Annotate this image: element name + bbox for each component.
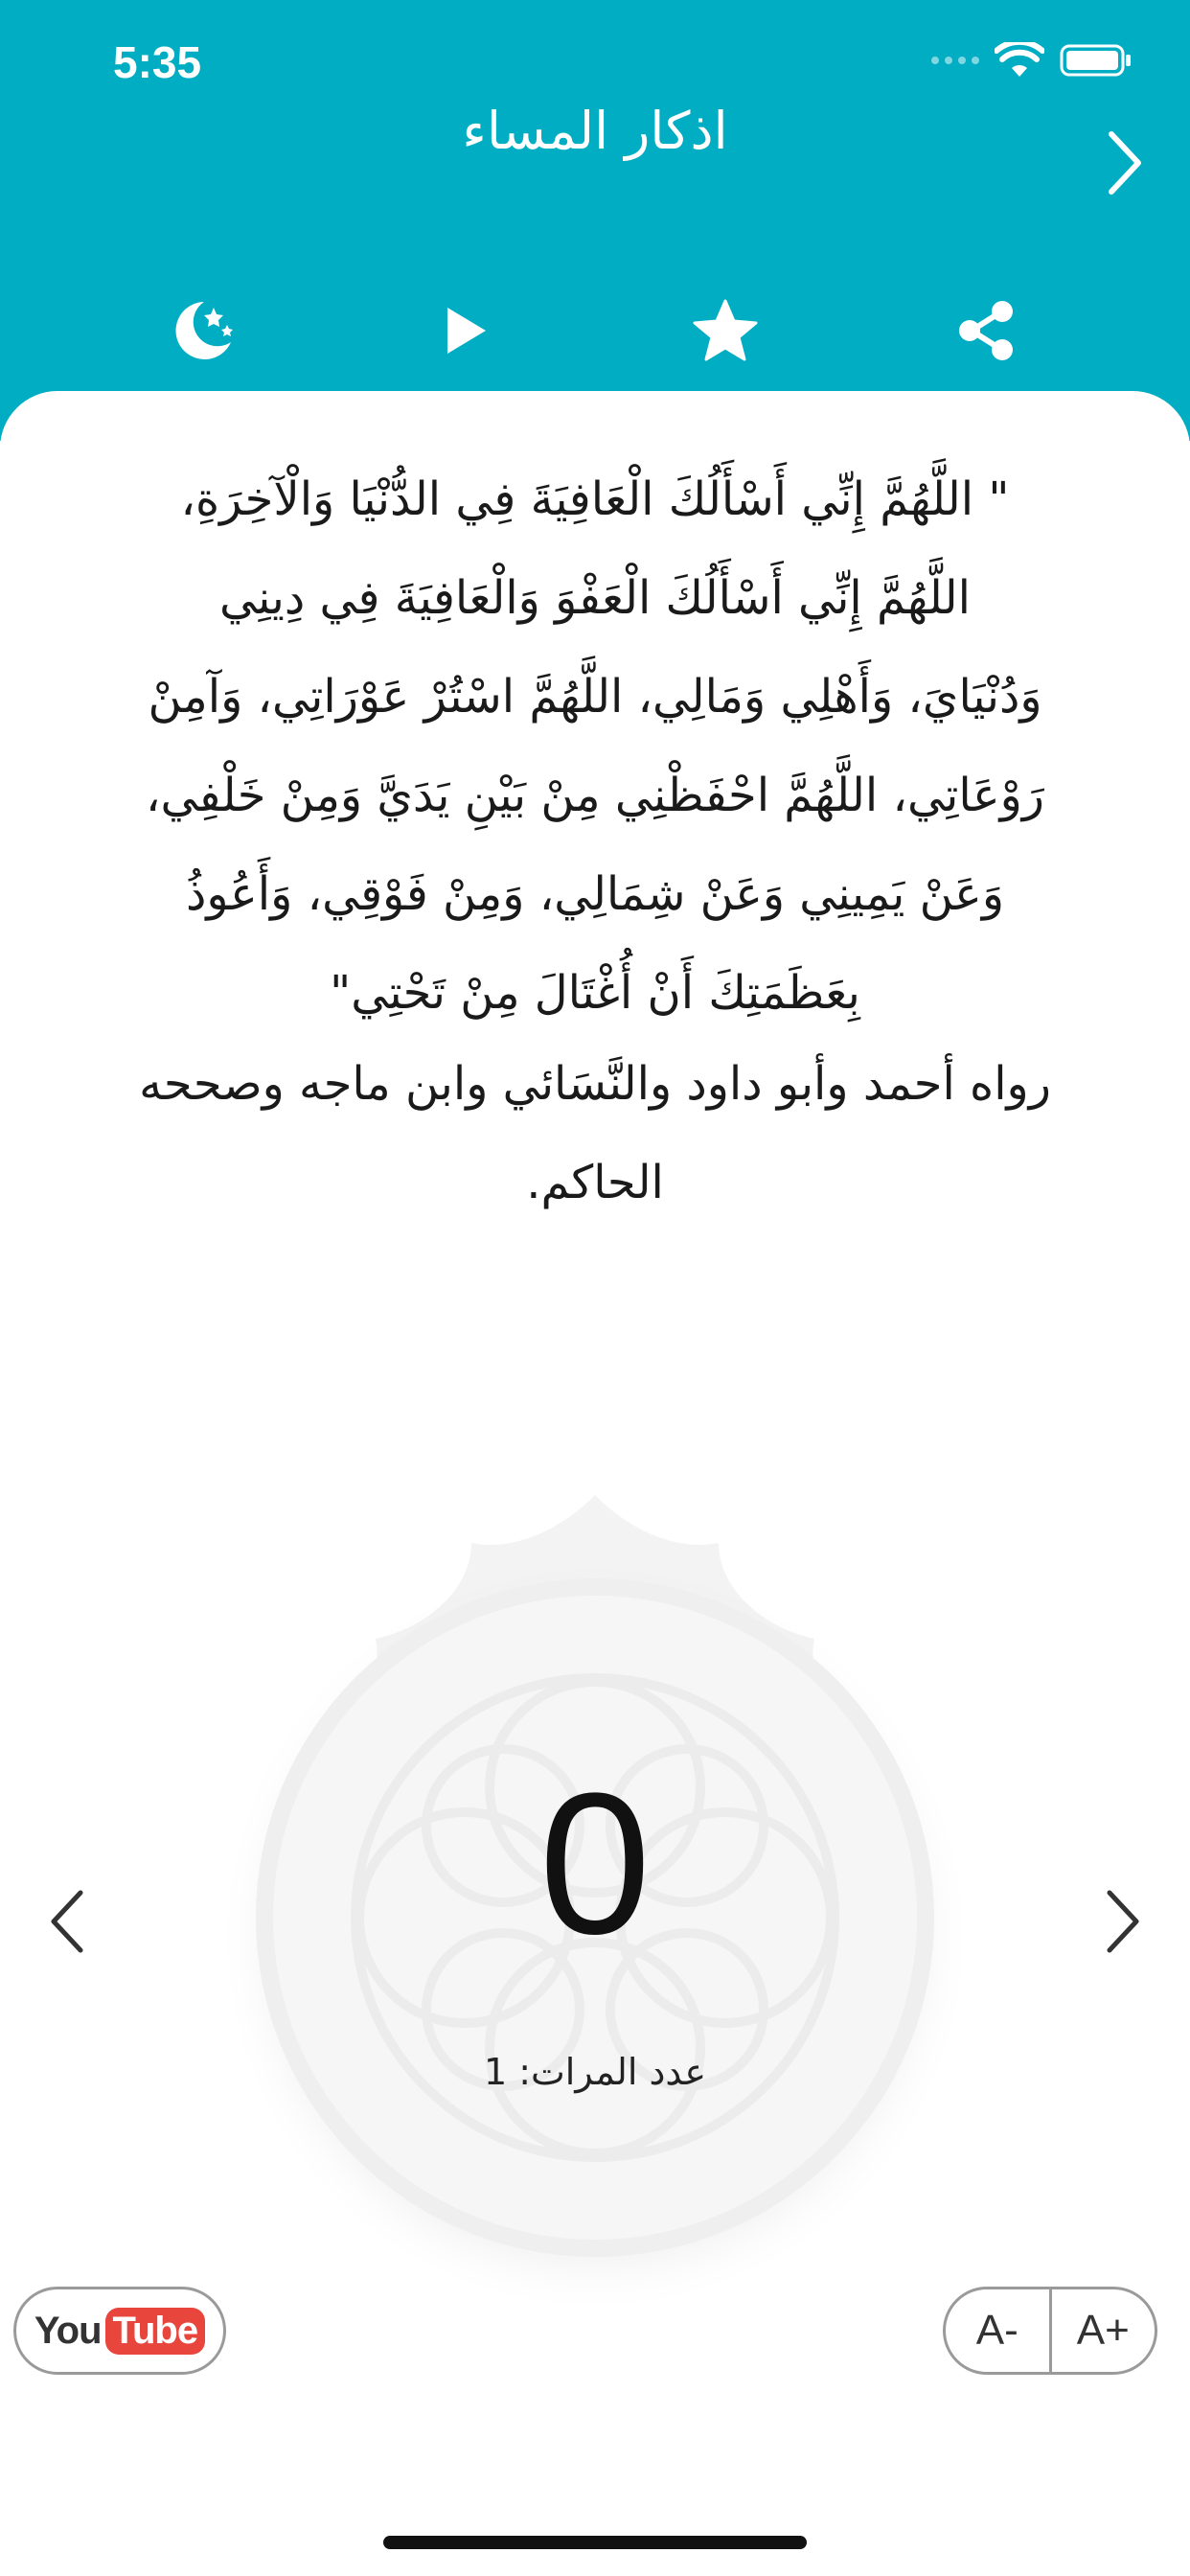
font-decrease-button[interactable]: A- [946,2289,1049,2372]
font-size-control: A- A+ [943,2287,1157,2375]
share-icon[interactable] [943,288,1029,374]
dhikr-narration: رواه أحمد وأبو داود والنَّسَائي وابن ماج… [139,1057,1051,1209]
next-arrow-icon[interactable] [1092,1883,1150,1960]
wifi-icon [995,42,1044,77]
youtube-logo-tube: Tube [104,2307,206,2355]
counter-target: عدد المرات: 1 [483,2051,707,2093]
play-icon[interactable] [422,288,508,374]
moon-stars-icon[interactable] [159,288,245,374]
chevron-right-icon[interactable] [1094,125,1152,201]
font-increase-button[interactable]: A+ [1052,2289,1156,2372]
status-time: 5:35 [113,37,202,87]
previous-arrow-icon[interactable] [40,1883,98,1960]
battery-icon [1060,44,1131,77]
home-indicator [383,2536,807,2549]
youtube-logo-you: You [34,2309,103,2352]
youtube-button[interactable]: You Tube [13,2287,226,2375]
counter-value: 0 [538,1751,652,1976]
page-title: اذكار المساء [462,101,728,161]
star-icon[interactable] [682,288,768,374]
status-icons [931,42,1133,79]
signal-icon [931,57,979,64]
toolbar [0,288,1190,374]
dhikr-text: " اللَّهُمَّ إِنِّي أَسْأَلُكَ الْعَافِي… [146,472,1044,1020]
